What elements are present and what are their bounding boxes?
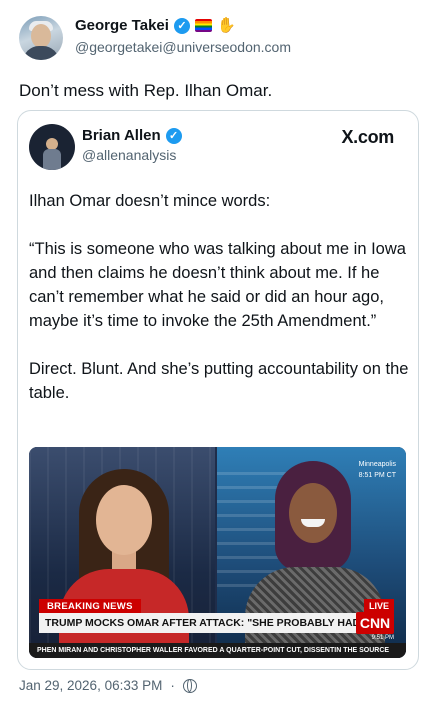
source-label: X.com bbox=[341, 127, 394, 147]
guest-face bbox=[289, 483, 337, 543]
raised-hand-icon: ✋ bbox=[216, 16, 236, 34]
avatar-body bbox=[23, 46, 59, 60]
quoted-author-name[interactable]: Brian Allen bbox=[82, 127, 161, 144]
cnn-logo: CNN bbox=[356, 612, 394, 634]
globe-icon bbox=[182, 678, 197, 693]
separator: · bbox=[170, 678, 175, 693]
post-meta: Jan 29, 2026, 06:33 PM · bbox=[19, 678, 197, 693]
quoted-paragraph-3: Direct. Blunt. And she’s putting account… bbox=[29, 360, 409, 402]
avatar-face bbox=[31, 24, 51, 48]
quoted-author-row: Brian Allen ✓ bbox=[82, 127, 182, 144]
quoted-avatar-body bbox=[43, 149, 61, 170]
author-handle[interactable]: @georgetakei@universeodon.com bbox=[75, 39, 291, 55]
quoted-post-card[interactable]: Brian Allen ✓ @allenanalysis X.com Ilhan… bbox=[17, 110, 419, 670]
quoted-author-handle[interactable]: @allenanalysis bbox=[82, 147, 176, 163]
post-header: George Takei ✓ ✋ @georgetakei@universeod… bbox=[19, 14, 419, 64]
post-timestamp[interactable]: Jan 29, 2026, 06:33 PM bbox=[19, 678, 162, 693]
author-row: George Takei ✓ ✋ bbox=[75, 17, 236, 34]
location-label: Minneapolis 8:51 PM CT bbox=[359, 459, 396, 481]
quoted-paragraph-2: “This is someone who was talking about m… bbox=[29, 240, 406, 330]
author-name[interactable]: George Takei bbox=[75, 17, 169, 34]
post-text: Don’t mess with Rep. Ilhan Omar. bbox=[19, 81, 273, 100]
live-badge: LIVE bbox=[363, 599, 394, 613]
location-city: Minneapolis bbox=[358, 461, 396, 468]
news-ticker: PHEN MIRAN AND CHRISTOPHER WALLER FAVORE… bbox=[29, 643, 406, 658]
quoted-text: Ilhan Omar doesn’t mince words: “This is… bbox=[29, 189, 413, 429]
anchor-face bbox=[96, 485, 152, 555]
chyron-time: 9:51 PM bbox=[371, 635, 394, 641]
quoted-paragraph-1: Ilhan Omar doesn’t mince words: bbox=[29, 192, 271, 210]
quoted-avatar[interactable] bbox=[29, 124, 75, 170]
avatar[interactable] bbox=[19, 16, 63, 60]
breaking-news-banner: BREAKING NEWS bbox=[39, 599, 141, 614]
rainbow-flag-icon bbox=[194, 19, 212, 32]
verified-icon: ✓ bbox=[173, 17, 190, 34]
video-thumbnail[interactable]: Minneapolis 8:51 PM CT BREAKING NEWS LIV… bbox=[29, 447, 406, 658]
verified-icon: ✓ bbox=[165, 127, 182, 144]
headline-chyron: TRUMP MOCKS OMAR AFTER ATTACK: "SHE PROB… bbox=[39, 613, 360, 633]
location-time: 8:51 PM CT bbox=[358, 472, 396, 479]
